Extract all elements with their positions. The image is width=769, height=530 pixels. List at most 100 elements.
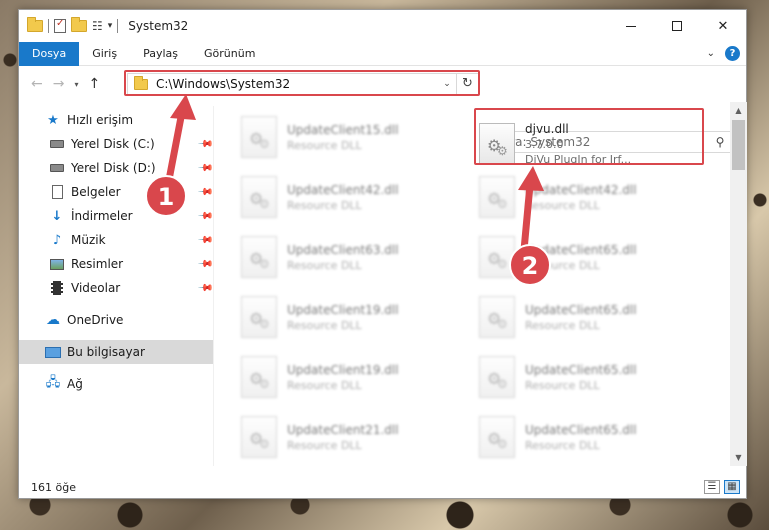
file-version: 3.7.0.0: [525, 138, 564, 151]
file-name: UpdateClient65.dll: [525, 362, 637, 377]
videos-icon: [49, 281, 65, 295]
tab-share[interactable]: Paylaş: [130, 42, 191, 66]
properties-icon[interactable]: [54, 18, 66, 33]
expand-ribbon-chevron-icon[interactable]: ⌄: [707, 48, 715, 59]
large-icons-view-icon[interactable]: ▦: [724, 480, 740, 494]
pane-divider[interactable]: [213, 106, 214, 466]
sidebar-item-label: Müzik: [71, 233, 106, 247]
file-name: UpdateClient65.dll: [525, 422, 637, 437]
help-icon[interactable]: ?: [725, 46, 740, 61]
sidebar-item-network[interactable]: 🖧 Ağ: [19, 372, 213, 396]
list-item[interactable]: ⚙ ⚙ UpdateClient42.dll Resource DLL: [241, 174, 461, 220]
network-icon: 🖧: [45, 375, 61, 390]
dll-file-icon: ⚙ ⚙: [241, 236, 277, 278]
pin-icon[interactable]: 📌: [197, 136, 214, 153]
list-item[interactable]: ⚙ ⚙ UpdateClient42.dll Resource DLL: [479, 174, 699, 220]
sidebar-item-downloads[interactable]: ↓ İndirmeler 📌: [19, 204, 214, 228]
list-item[interactable]: ⚙ ⚙ UpdateClient65.dll Resource DLL: [479, 354, 699, 400]
tab-home[interactable]: Giriş: [79, 42, 130, 66]
sidebar-item-local-disk-c[interactable]: Yerel Disk (C:) 📌: [19, 132, 214, 156]
sidebar-item-label: Belgeler: [71, 185, 121, 199]
forward-arrow-icon[interactable]: →: [53, 76, 65, 92]
star-icon: ★: [47, 112, 59, 128]
item-count: 161 öğe: [31, 480, 76, 494]
file-name: djvu.dll: [525, 122, 569, 136]
sidebar-item-local-disk-d[interactable]: Yerel Disk (D:) 📌: [19, 156, 214, 180]
window-title: System32: [128, 19, 189, 33]
pin-icon[interactable]: 📌: [197, 280, 214, 297]
back-arrow-icon[interactable]: ←: [31, 76, 43, 92]
dll-file-icon: ⚙ ⚙: [241, 356, 277, 398]
pictures-icon: [49, 257, 65, 271]
sidebar-item-label: Ağ: [67, 377, 83, 391]
computer-icon: [45, 345, 61, 359]
dll-file-icon: ⚙ ⚙: [241, 116, 277, 158]
tab-file[interactable]: Dosya: [19, 41, 80, 66]
sidebar-item-onedrive[interactable]: ☁ OneDrive: [19, 308, 213, 332]
file-name: UpdateClient65.dll: [525, 242, 637, 257]
sidebar-item-quick-access[interactable]: ★ Hızlı erişim: [19, 108, 213, 132]
list-item[interactable]: ⚙ ⚙ UpdateClient65.dll Resource DLL: [479, 414, 699, 460]
sidebar-item-label: Resimler: [71, 257, 124, 271]
sidebar-item-documents[interactable]: Belgeler 📌: [19, 180, 214, 204]
address-path[interactable]: C:\Windows\System32: [156, 77, 438, 91]
title-bar: ☷ ▾ System32 ✕: [19, 10, 746, 42]
file-description: Resource DLL: [525, 378, 600, 392]
close-button[interactable]: ✕: [700, 10, 746, 42]
maximize-button[interactable]: [654, 10, 700, 42]
customize-view-icon[interactable]: ☷: [92, 19, 103, 33]
sidebar-item-label: OneDrive: [67, 313, 124, 327]
file-name: UpdateClient65.dll: [525, 302, 637, 317]
pin-icon[interactable]: 📌: [197, 160, 214, 177]
up-arrow-icon[interactable]: ↑: [88, 76, 100, 92]
scroll-up-arrow-icon[interactable]: ▲: [730, 102, 747, 119]
scrollbar-thumb[interactable]: [732, 120, 745, 170]
ribbon-tabs: Dosya Giriş Paylaş Görünüm ⌄ ?: [19, 41, 746, 66]
minimize-icon: [626, 25, 636, 27]
customize-toolbar-chevron-icon[interactable]: ▾: [108, 21, 113, 31]
status-bar: 161 öğe ☰ ▦: [19, 476, 746, 498]
file-description: Resource DLL: [525, 438, 600, 452]
recent-locations-chevron-icon[interactable]: ▾: [74, 80, 78, 89]
list-item[interactable]: ⚙ ⚙ UpdateClient65.dll Resource DLL: [479, 294, 699, 340]
scroll-down-arrow-icon[interactable]: ▼: [730, 449, 747, 466]
list-item[interactable]: ⚙ ⚙ UpdateClient19.dll Resource DLL: [241, 354, 461, 400]
drive-icon: [49, 161, 65, 175]
file-description: Resource DLL: [287, 378, 362, 392]
sidebar-item-label: Bu bilgisayar: [67, 345, 145, 359]
file-name: UpdateClient15.dll: [287, 122, 399, 137]
list-item[interactable]: ⚙ ⚙ UpdateClient63.dll Resource DLL: [241, 234, 461, 280]
sidebar-item-label: Videolar: [71, 281, 121, 295]
file-name: UpdateClient42.dll: [525, 182, 637, 197]
djvu-dll-file[interactable]: ⚙ ⚙ djvu.dll 3.7.0.0 DjVu PlugIn for Irf.…: [479, 121, 699, 167]
tab-view[interactable]: Görünüm: [191, 42, 268, 66]
file-description: Resource DLL: [287, 318, 362, 332]
list-item[interactable]: ⚙ ⚙ UpdateClient15.dll Resource DLL: [241, 114, 461, 160]
dll-file-icon: ⚙ ⚙: [479, 123, 515, 165]
file-description: Resource DLL: [287, 198, 362, 212]
pin-icon[interactable]: 📌: [197, 256, 214, 273]
vertical-scrollbar[interactable]: ▲ ▼: [730, 102, 747, 466]
address-dropdown-chevron-icon[interactable]: ⌄: [438, 79, 456, 89]
sidebar-item-music[interactable]: ♪ Müzik 📌: [19, 228, 214, 252]
sidebar-item-videos[interactable]: Videolar 📌: [19, 276, 214, 300]
sidebar-item-label: Yerel Disk (C:): [71, 137, 155, 151]
pin-icon[interactable]: 📌: [197, 208, 214, 225]
minimize-button[interactable]: [608, 10, 654, 42]
details-view-icon[interactable]: ☰: [704, 480, 720, 494]
file-description: Resource DLL: [287, 258, 362, 272]
maximize-icon: [672, 21, 682, 31]
address-bar[interactable]: C:\Windows\System32 ⌄ ↻: [127, 73, 479, 95]
pin-icon[interactable]: 📌: [197, 184, 214, 201]
file-description: Resource DLL: [525, 198, 600, 212]
pin-icon[interactable]: 📌: [197, 232, 214, 249]
refresh-icon[interactable]: ↻: [456, 74, 478, 94]
list-item[interactable]: ⚙ ⚙ UpdateClient21.dll Resource DLL: [241, 414, 461, 460]
new-folder-icon[interactable]: [71, 17, 87, 32]
sidebar-item-pictures[interactable]: Resimler 📌: [19, 252, 214, 276]
list-item[interactable]: ⚙ ⚙ UpdateClient19.dll Resource DLL: [241, 294, 461, 340]
sidebar-item-this-pc[interactable]: Bu bilgisayar: [19, 340, 213, 364]
dll-file-icon: ⚙ ⚙: [479, 416, 515, 458]
list-item[interactable]: ⚙ ⚙ UpdateClient65.dll Resource DLL: [479, 234, 699, 280]
file-name: UpdateClient21.dll: [287, 422, 399, 437]
